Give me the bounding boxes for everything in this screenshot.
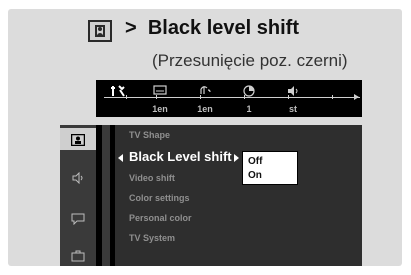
subtitle-icon[interactable] bbox=[140, 85, 180, 98]
right-arrow-icon[interactable] bbox=[234, 154, 239, 162]
caption-subtitle: (Przesunięcie poz. czerni) bbox=[152, 51, 348, 70]
menu-item-black-level-shift[interactable]: Black Level shift bbox=[129, 149, 232, 164]
caption-title: > Black level shift bbox=[125, 17, 299, 40]
audio-value: 1en bbox=[197, 104, 213, 114]
subtitle-value: 1en bbox=[152, 104, 168, 114]
settings-panel: TV Shape Black Level shift Video shift C… bbox=[60, 125, 362, 266]
chat-icon[interactable] bbox=[71, 212, 85, 226]
category-sidebar bbox=[60, 125, 96, 266]
submenu-options: Off On bbox=[242, 151, 298, 185]
menu-item-video-shift[interactable]: Video shift bbox=[129, 173, 175, 183]
menu-item-tv-system[interactable]: TV System bbox=[129, 233, 175, 243]
caption-separator: > bbox=[125, 17, 137, 39]
option-on[interactable]: On bbox=[248, 170, 262, 181]
angle-value: 1 bbox=[246, 104, 252, 114]
left-arrow-icon[interactable] bbox=[118, 154, 123, 162]
audio-icon[interactable] bbox=[185, 85, 225, 98]
sound-icon[interactable] bbox=[273, 85, 313, 100]
sound-value: st bbox=[288, 104, 297, 114]
picture-icon[interactable] bbox=[70, 133, 86, 147]
angle-icon[interactable] bbox=[229, 85, 269, 100]
top-menu-bar: 1en 1en 1 st bbox=[96, 80, 362, 117]
caption-title-text: Black level shift bbox=[147, 17, 299, 39]
menu-item-color-settings[interactable]: Color settings bbox=[129, 193, 190, 203]
option-off[interactable]: Off bbox=[248, 156, 262, 167]
briefcase-icon[interactable] bbox=[71, 249, 85, 262]
menu-item-personal-color[interactable]: Personal color bbox=[129, 213, 192, 223]
speaker-icon[interactable] bbox=[71, 171, 85, 185]
menu-item-tv-shape[interactable]: TV Shape bbox=[129, 130, 170, 140]
picture-settings-icon bbox=[88, 20, 112, 42]
settings-tools-icon[interactable] bbox=[98, 85, 138, 100]
